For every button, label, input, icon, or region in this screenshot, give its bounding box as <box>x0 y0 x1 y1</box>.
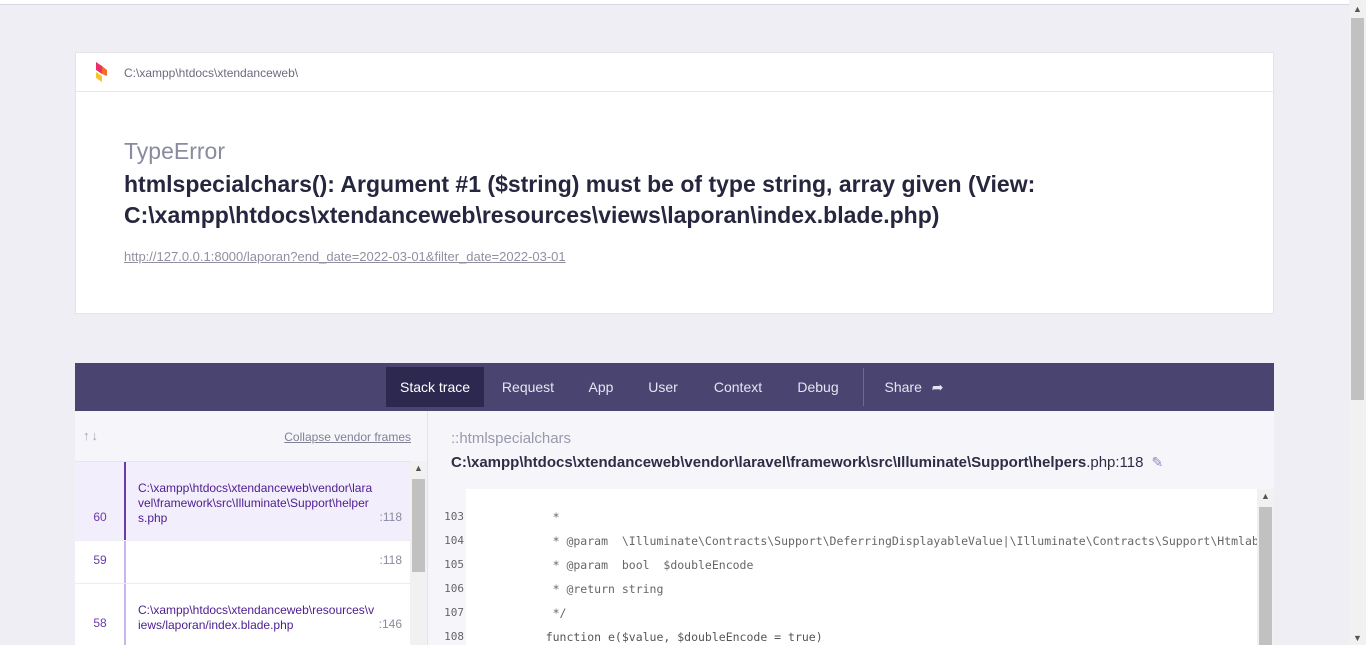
frame-line: :146 <box>378 617 402 631</box>
frame-number: 59 <box>93 553 107 567</box>
line-number: 103 <box>444 510 464 523</box>
tab-share-label: Share <box>884 379 922 395</box>
tab-context[interactable]: Context <box>703 367 773 407</box>
ignition-logo-icon <box>96 62 107 82</box>
tab-bar: Stack trace Request App User Context Deb… <box>75 363 1274 411</box>
frame-number: 58 <box>93 616 107 630</box>
frame-file: C:\xampp\htdocs\xtendanceweb\vendor\lara… <box>138 481 373 525</box>
frame-navigation-arrows-icon[interactable]: ↑↓ <box>83 428 100 443</box>
code-scrollbar-thumb[interactable] <box>1259 507 1272 645</box>
line-number: 105 <box>444 558 464 571</box>
collapse-vendor-frames-button[interactable]: Collapse vendor frames <box>284 430 411 444</box>
tab-separator <box>863 368 864 406</box>
stack-frames-panel: ↑↓ Collapse vendor frames 60 C:\xampp\ht… <box>75 411 428 645</box>
tab-stack-trace[interactable]: Stack trace <box>386 367 484 407</box>
stack-frame-60[interactable]: 60 C:\xampp\htdocs\xtendanceweb\vendor\l… <box>75 462 410 541</box>
scroll-up-icon[interactable]: ▲ <box>410 463 427 473</box>
frame-line: :118 <box>379 553 402 567</box>
frame-file: C:\xampp\htdocs\xtendanceweb\resources\v… <box>138 603 375 632</box>
frames-scrollbar-thumb[interactable] <box>412 479 425 572</box>
request-url-link[interactable]: http://127.0.0.1:8000/laporan?end_date=2… <box>124 249 566 264</box>
edit-pencil-icon[interactable]: ✎ <box>1151 454 1163 471</box>
frame-line: :118 <box>379 510 402 524</box>
tab-request[interactable]: Request <box>490 367 566 407</box>
exception-class: TypeError <box>124 138 225 164</box>
code-snippet-panel: ::htmlspecialchars C:\xampp\htdocs\xtend… <box>428 411 1274 645</box>
code-line: */ <box>518 606 567 620</box>
scroll-up-icon[interactable]: ▲ <box>1257 491 1274 501</box>
code-line: * @return string <box>518 582 664 596</box>
tab-debug[interactable]: Debug <box>787 367 849 407</box>
frames-scrollbar[interactable]: ▲ <box>410 461 427 645</box>
scroll-up-icon[interactable]: ▲ <box>1349 2 1366 16</box>
page-scrollbar-thumb[interactable] <box>1351 18 1364 400</box>
stack-frame-59[interactable]: 59 :118 <box>75 541 410 584</box>
exception-message: htmlspecialchars(): Argument #1 ($string… <box>124 171 1036 228</box>
line-number: 106 <box>444 582 464 595</box>
frame-function: ::htmlspecialchars <box>451 430 572 447</box>
page-scrollbar[interactable]: ▲ ▼ <box>1349 0 1366 645</box>
line-number: 107 <box>444 606 464 619</box>
line-number: 104 <box>444 534 464 547</box>
tab-app[interactable]: App <box>575 367 627 407</box>
frame-marker <box>124 584 126 645</box>
stack-frames-header: ↑↓ Collapse vendor frames <box>75 411 427 462</box>
scroll-down-icon[interactable]: ▼ <box>1349 631 1366 645</box>
code-line: * <box>518 510 560 524</box>
card-header: C:\xampp\htdocs\xtendanceweb\ <box>76 53 1273 92</box>
tab-share[interactable]: Share ➦ <box>879 367 949 407</box>
tab-user[interactable]: User <box>637 367 689 407</box>
frame-marker <box>124 462 126 540</box>
frame-number: 60 <box>93 510 107 524</box>
file-path-main: C:\xampp\htdocs\xtendanceweb\vendor\lara… <box>451 454 1087 471</box>
code-line: * @param bool $doubleEncode <box>518 558 754 572</box>
share-icon: ➦ <box>931 379 944 395</box>
code-scrollbar[interactable]: ▲ <box>1257 489 1274 645</box>
frame-file-path: C:\xampp\htdocs\xtendanceweb\vendor\lara… <box>451 454 1163 471</box>
file-ext-line: .php:118 <box>1086 454 1144 471</box>
browser-top-edge <box>0 0 1349 5</box>
line-number-gutter: 103 104 105 106 107 108 <box>428 489 466 645</box>
code-line: function e($value, $doubleEncode = true) <box>518 630 823 644</box>
root-path: C:\xampp\htdocs\xtendanceweb\ <box>124 66 299 80</box>
exception-card: C:\xampp\htdocs\xtendanceweb\ TypeError … <box>75 52 1274 314</box>
code-view: 103 104 105 106 107 108 * * @param \Illu… <box>428 489 1257 645</box>
code-line: * @param \Illuminate\Contracts\Support\D… <box>518 534 1257 548</box>
line-number: 108 <box>444 630 464 643</box>
stack-frame-58[interactable]: 58 C:\xampp\htdocs\xtendanceweb\resource… <box>75 584 410 645</box>
